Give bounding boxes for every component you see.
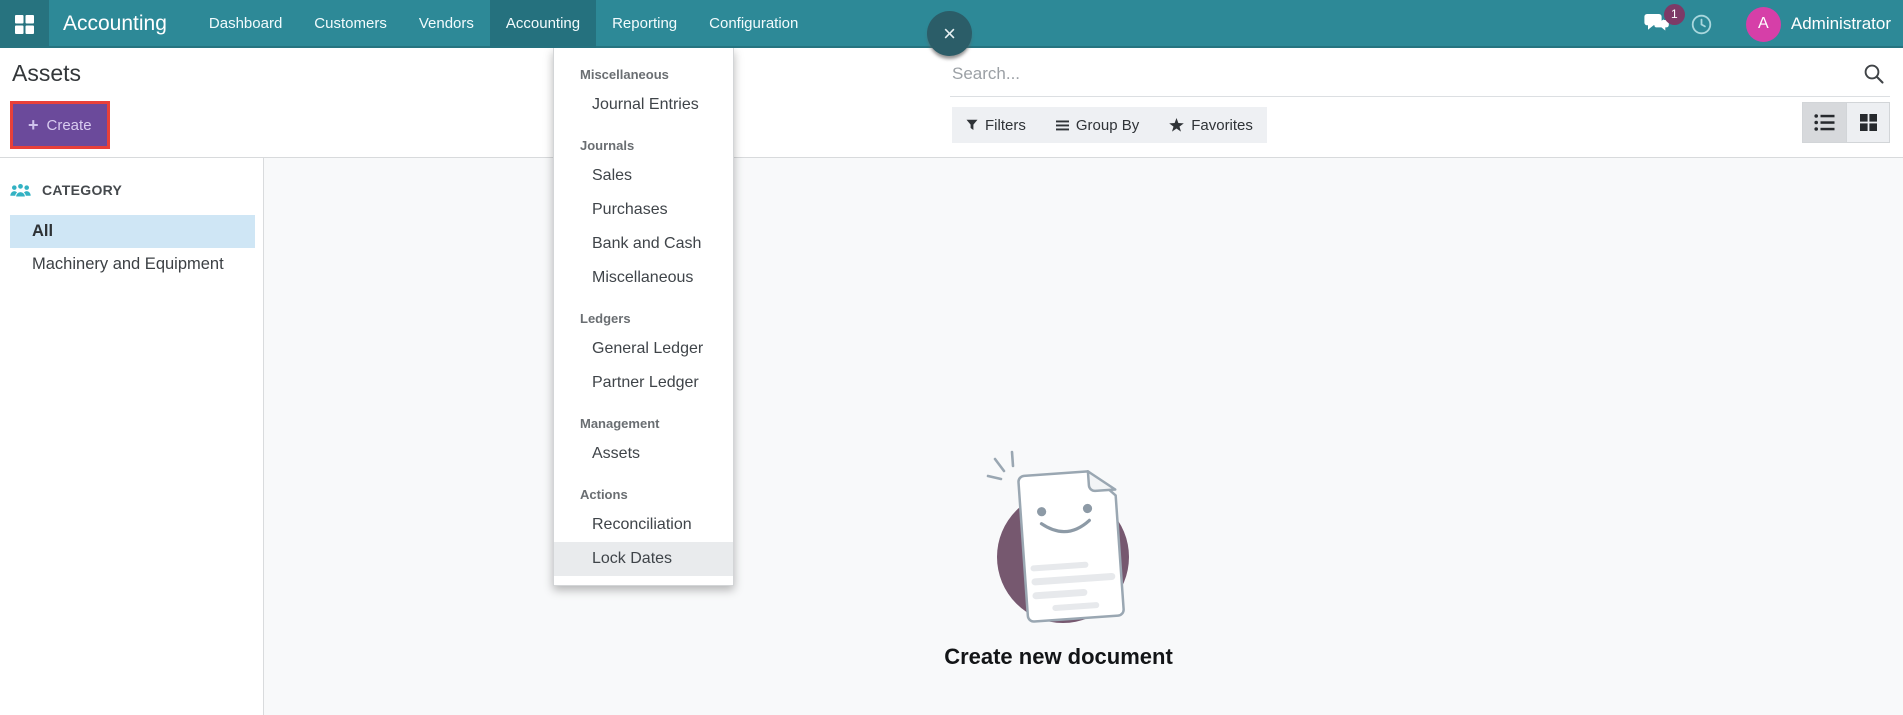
search-input[interactable] [952,64,1572,84]
menu-item-bank-and-cash[interactable]: Bank and Cash [554,227,733,261]
filter-icon [966,119,978,131]
search-panel-sidebar: CATEGORY AllMachinery and Equipment [0,158,264,715]
nav-item-dashboard[interactable]: Dashboard [193,0,298,48]
create-button[interactable]: + Create [10,101,110,149]
user-name: Administrator [1791,14,1891,34]
category-header-label: CATEGORY [42,182,122,198]
messages-button[interactable]: 1 [1644,13,1671,35]
nav-item-customers[interactable]: Customers [298,0,403,48]
plus-icon: + [28,116,39,134]
menu-item-purchases[interactable]: Purchases [554,193,733,227]
menu-section-header-miscellaneous: Miscellaneous [554,65,733,85]
avatar: A [1746,7,1781,42]
filters-button[interactable]: Filters [966,117,1026,134]
page-title: Assets [12,60,81,87]
activities-button[interactable] [1691,14,1712,35]
nav-item-configuration[interactable]: Configuration [693,0,814,48]
menu-section-header-management: Management [554,414,733,434]
menu-section-ledgers: Ledgers General LedgerPartner Ledger [554,309,733,400]
menu-item-miscellaneous[interactable]: Miscellaneous [554,261,733,295]
menu-section-journals: Journals SalesPurchasesBank and CashMisce… [554,136,733,295]
view-switcher [1802,102,1890,143]
list-view-button[interactable] [1803,103,1846,142]
empty-document-illustration [949,617,1169,634]
nav-item-vendors[interactable]: Vendors [403,0,490,48]
menu-section-header-journals: Journals [554,136,733,156]
menu-item-assets[interactable]: Assets [554,437,733,471]
category-item-all[interactable]: All [10,215,255,248]
category-users-icon [10,182,31,198]
close-icon: × [943,21,956,47]
apps-grid-icon [14,14,35,35]
group-by-icon [1056,120,1069,131]
apps-menu-button[interactable] [0,0,49,48]
menu-item-reconciliation[interactable]: Reconciliation [554,508,733,542]
notification-badge: 1 [1664,4,1685,25]
group-by-button[interactable]: Group By [1056,117,1139,134]
favorites-button[interactable]: Favorites [1169,117,1253,134]
menu-section-header-actions: Actions [554,485,733,505]
clock-icon [1691,14,1712,35]
menu-item-sales[interactable]: Sales [554,159,733,193]
menu-item-journal-entries[interactable]: Journal Entries [554,88,733,122]
main-content: CATEGORY AllMachinery and Equipment [0,158,1903,715]
empty-state-message: Create new document [239,644,1878,670]
menu-item-lock-dates[interactable]: Lock Dates [554,542,733,576]
favorites-icon [1169,118,1184,132]
kanban-view-icon [1859,113,1878,132]
systray: 1 A Administrator [1644,0,1891,48]
favorites-label: Favorites [1191,117,1253,134]
user-menu[interactable]: A Administrator [1746,7,1891,42]
search-button[interactable] [1863,63,1885,90]
search-icon [1863,63,1885,85]
kanban-view-button[interactable] [1846,103,1889,142]
menu-section-actions: Actions ReconciliationLock Dates [554,485,733,576]
search-underline [950,96,1890,97]
accounting-dropdown-menu: Miscellaneous Journal Entries Journals Sale… [553,48,734,586]
filters-label: Filters [985,117,1026,134]
menu-item-general-ledger[interactable]: General Ledger [554,332,733,366]
search-options-bar: Filters Group By Favorites [952,107,1267,143]
menu-item-partner-ledger[interactable]: Partner Ledger [554,366,733,400]
control-panel: Assets + Create Filters Group By Favorites [0,48,1903,158]
category-section-header: CATEGORY [0,180,263,200]
main-menu: DashboardCustomersVendorsAccountingRepor… [193,0,814,48]
category-item-machinery-and-equipment[interactable]: Machinery and Equipment [10,248,255,281]
nav-item-accounting[interactable]: Accounting [490,0,596,48]
close-button[interactable]: × [927,11,972,56]
app-brand-title: Accounting [63,12,167,36]
menu-section-miscellaneous: Miscellaneous Journal Entries [554,65,733,122]
group-by-label: Group By [1076,117,1139,134]
nav-item-reporting[interactable]: Reporting [596,0,693,48]
list-view-icon [1814,113,1835,132]
create-button-label: Create [47,117,92,134]
menu-section-header-ledgers: Ledgers [554,309,733,329]
menu-section-management: Management Assets [554,414,733,471]
empty-state: Create new document [239,430,1878,670]
